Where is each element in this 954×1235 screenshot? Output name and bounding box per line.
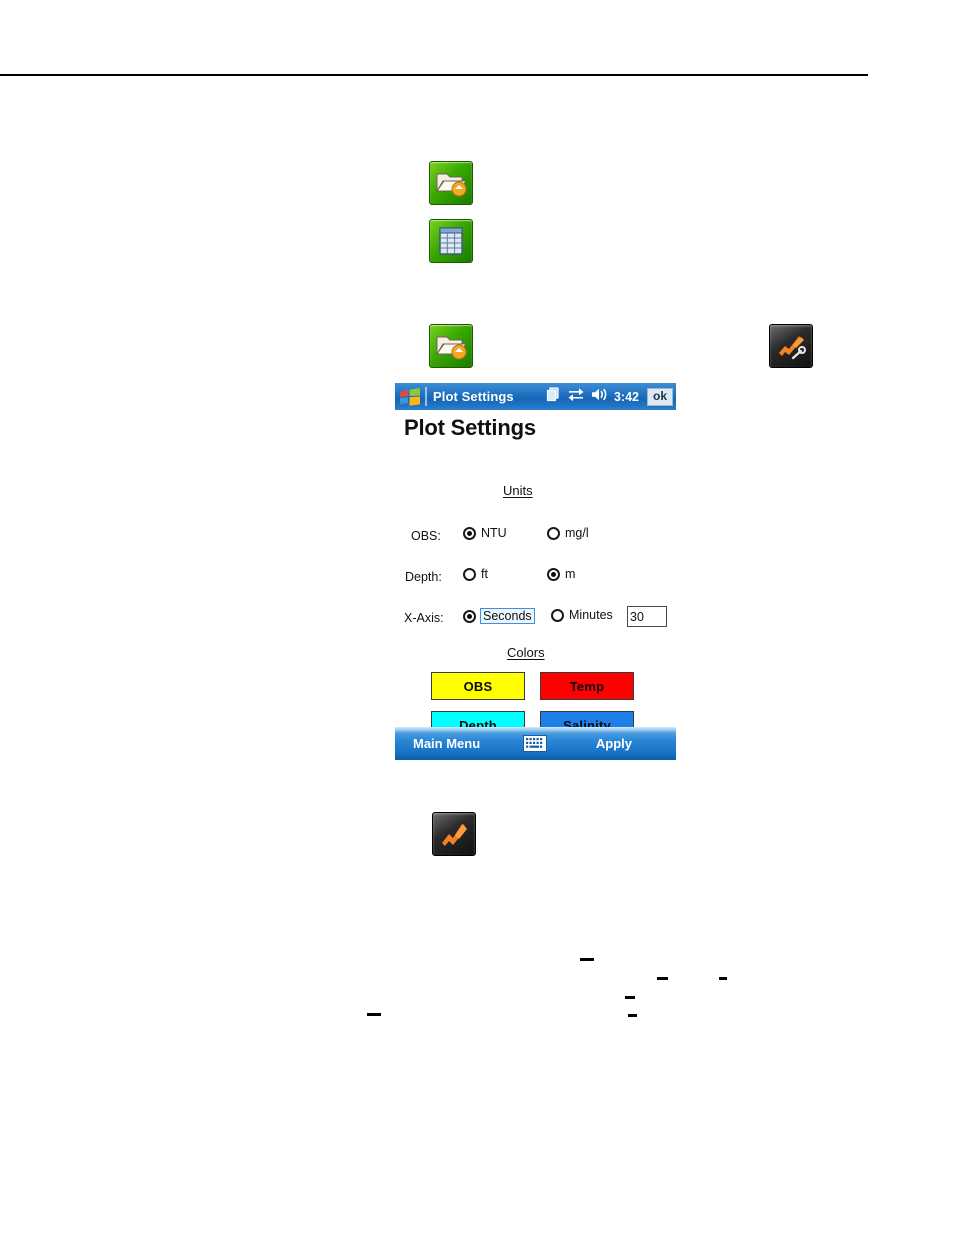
radio-obs-ntu[interactable]: NTU — [463, 526, 507, 540]
table-green-icon — [429, 219, 473, 263]
device-softkey-bar: Main Menu Apply — [395, 727, 676, 760]
keyboard-icon[interactable] — [523, 735, 547, 752]
obs-row-label: OBS: — [411, 529, 441, 543]
table-grid-glyph — [430, 220, 472, 262]
radio-xaxis-minutes[interactable]: Minutes — [551, 608, 613, 622]
depth-row-label: Depth: — [405, 570, 442, 584]
xaxis-interval-input[interactable] — [627, 606, 667, 627]
radio-dot-icon — [463, 609, 476, 623]
header-rule — [0, 74, 868, 76]
document-page: Plot Settings 3:42 ok Plot Settings Unit… — [0, 0, 954, 1235]
plot-icon — [432, 812, 476, 856]
page-title: Plot Settings — [404, 415, 536, 440]
radio-obs-mgl[interactable]: mg/l — [547, 526, 589, 540]
radio-dot-icon — [547, 526, 560, 540]
xaxis-row-label: X-Axis: — [404, 611, 444, 625]
device-body: Plot Settings Units OBS: NTU mg/l Depth:… — [395, 410, 676, 739]
radio-dot-icon — [547, 567, 560, 581]
radio-label: Minutes — [569, 608, 613, 622]
copy-icon[interactable] — [546, 386, 561, 407]
radio-label: Seconds — [480, 608, 535, 624]
plot-settings-icon — [769, 324, 813, 368]
radio-dot-icon — [463, 567, 476, 581]
windows-flag-icon[interactable] — [399, 387, 421, 406]
chart-glyph — [433, 813, 475, 855]
folder-open-glyph — [430, 162, 472, 204]
folder-open-glyph-2 — [430, 325, 472, 367]
residual-mark — [657, 977, 668, 980]
pda-screenshot: Plot Settings 3:42 ok Plot Settings Unit… — [395, 383, 676, 760]
radio-depth-m[interactable]: m — [547, 567, 575, 581]
radio-label: NTU — [481, 526, 507, 540]
chart-wrench-glyph — [770, 325, 812, 367]
units-section-label: Units — [503, 483, 533, 498]
radio-label: m — [565, 567, 576, 581]
titlebar-title: Plot Settings — [433, 389, 514, 404]
residual-mark — [628, 1014, 637, 1017]
color-button-temp[interactable]: Temp — [540, 672, 634, 700]
connectivity-icon[interactable] — [568, 387, 584, 407]
colors-section-label: Colors — [507, 645, 545, 660]
open-folder-green-icon — [429, 161, 473, 205]
radio-dot-icon — [551, 608, 564, 622]
open-folder-green-icon-2 — [429, 324, 473, 368]
apply-softkey[interactable]: Apply — [596, 736, 632, 751]
residual-mark — [367, 1013, 381, 1016]
radio-dot-icon — [463, 526, 476, 540]
radio-depth-ft[interactable]: ft — [463, 567, 488, 581]
ok-button[interactable]: ok — [646, 387, 673, 406]
radio-label: ft — [481, 567, 488, 581]
color-button-obs[interactable]: OBS — [431, 672, 525, 700]
main-menu-softkey[interactable]: Main Menu — [413, 736, 480, 751]
clock-label: 3:42 — [613, 389, 639, 404]
radio-xaxis-seconds[interactable]: Seconds — [463, 608, 535, 624]
residual-mark — [625, 996, 635, 999]
residual-mark — [719, 977, 727, 980]
titlebar-divider — [425, 387, 427, 406]
device-titlebar: Plot Settings 3:42 ok — [395, 383, 676, 410]
volume-icon[interactable] — [591, 387, 607, 407]
residual-mark — [580, 958, 594, 961]
radio-label: mg/l — [565, 526, 589, 540]
